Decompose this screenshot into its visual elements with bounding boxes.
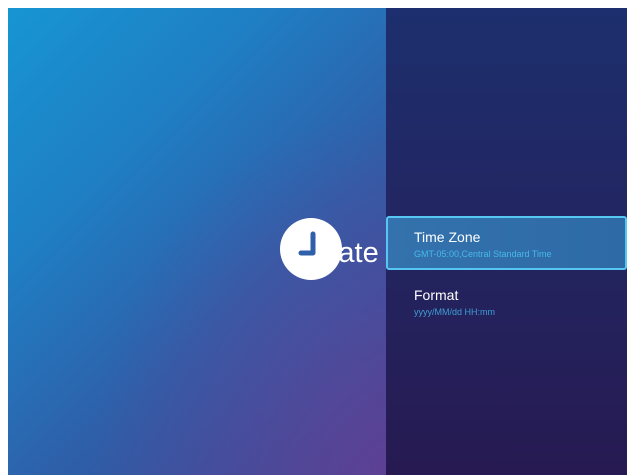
format-value: yyyy/MM/dd HH:mm <box>414 307 495 317</box>
settings-menu: Time Zone GMT-05:00,Central Standard Tim… <box>386 8 627 475</box>
clock-icon <box>279 217 343 281</box>
time-zone-label: Time Zone <box>414 229 481 245</box>
format-label: Format <box>414 287 459 303</box>
menu-item-time-zone[interactable]: Time Zone GMT-05:00,Central Standard Tim… <box>386 216 627 270</box>
settings-screen: Settings Date & Time Time Zone GMT-05:00… <box>8 8 627 475</box>
menu-item-format[interactable]: Format yyyy/MM/dd HH:mm <box>386 274 627 328</box>
time-zone-value: GMT-05:00,Central Standard Time <box>414 249 552 259</box>
